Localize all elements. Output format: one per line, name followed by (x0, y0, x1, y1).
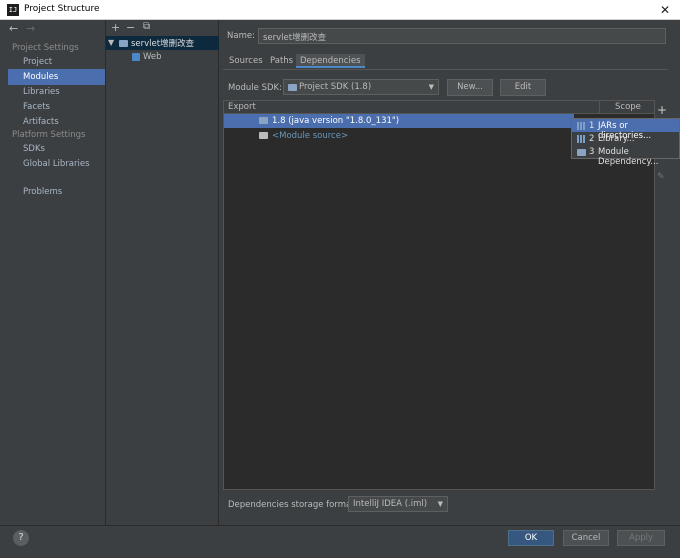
project-settings-header: Project Settings (12, 43, 79, 53)
ok-button[interactable]: OK (508, 530, 554, 546)
storage-format-value: IntelliJ IDEA (.iml) (353, 499, 428, 509)
new-sdk-button[interactable]: New... (447, 79, 493, 96)
sdk-select-value: Project SDK (1.8) (299, 82, 372, 92)
sidebar-item-sdks[interactable]: SDKs (23, 144, 45, 154)
add-dependency-icon[interactable]: + (657, 103, 667, 117)
module-sdk-label: Module SDK: (228, 83, 282, 93)
dependencies-table-header (224, 101, 654, 114)
module-name-input[interactable]: servlet增删改查 (258, 28, 666, 44)
back-arrow-icon[interactable]: ← (9, 22, 18, 35)
popup-item-module-dep-num[interactable]: 3 (589, 147, 594, 157)
module-sdk-select[interactable]: Project SDK (1.8) ▼ (283, 79, 439, 95)
tab-sources[interactable]: Sources (225, 54, 267, 68)
sidebar-item-facets[interactable]: Facets (23, 102, 50, 112)
storage-format-select[interactable]: IntelliJ IDEA (.iml) ▼ (348, 496, 448, 512)
platform-settings-header: Platform Settings (12, 130, 86, 140)
name-label: Name: (227, 31, 255, 41)
popup-item-library[interactable]: Library... (598, 134, 635, 144)
copy-module-icon[interactable]: ⧉ (143, 21, 150, 32)
tab-dependencies[interactable]: Dependencies (296, 54, 365, 68)
module-name-value: servlet增删改查 (263, 33, 327, 43)
jar-icon (577, 122, 585, 130)
expand-arrow-icon[interactable]: ▼ (108, 38, 114, 47)
column-divider (599, 101, 600, 114)
sdk-folder-icon (288, 84, 297, 91)
help-icon[interactable]: ? (13, 530, 29, 546)
add-module-icon[interactable]: + (111, 21, 120, 34)
edit-pencil-icon[interactable]: ✎ (657, 172, 665, 182)
edit-sdk-button[interactable]: Edit (500, 79, 546, 96)
tab-divider (223, 69, 668, 70)
close-icon[interactable]: ✕ (655, 2, 675, 18)
module-folder-icon (119, 40, 128, 47)
popup-item-library-num[interactable]: 2 (589, 134, 594, 144)
module-source-folder-icon (259, 132, 268, 139)
library-icon (577, 135, 585, 143)
sidebar-item-global-libraries[interactable]: Global Libraries (23, 159, 90, 169)
forward-arrow-icon[interactable]: → (26, 22, 35, 35)
sidebar-item-modules[interactable]: Modules (23, 72, 58, 82)
tree-item-module[interactable]: servlet增删改查 (131, 37, 194, 49)
storage-format-label: Dependencies storage format: (228, 500, 358, 510)
popup-item-jars-num[interactable]: 1 (589, 121, 594, 131)
remove-module-icon[interactable]: − (126, 21, 135, 34)
intellij-app-icon: IJ (7, 4, 19, 16)
module-tree-pane (106, 20, 219, 525)
sidebar-item-problems[interactable]: Problems (23, 187, 62, 197)
jdk-folder-icon (259, 117, 268, 124)
popup-item-module-dependency[interactable]: Module Dependency... (598, 147, 680, 167)
sidebar-item-artifacts[interactable]: Artifacts (23, 117, 59, 127)
apply-button[interactable]: Apply (617, 530, 665, 546)
cancel-button[interactable]: Cancel (563, 530, 609, 546)
table-row-jdk[interactable]: 1.8 (java version "1.8.0_131") (272, 116, 399, 126)
web-facet-icon (132, 53, 140, 61)
column-header-export[interactable]: Export (228, 102, 256, 112)
table-row-module-source[interactable]: <Module source> (272, 131, 348, 141)
chevron-down-icon: ▼ (428, 83, 434, 91)
title-bar: IJ Project Structure ✕ (0, 0, 680, 20)
tree-item-web[interactable]: Web (143, 52, 162, 62)
sidebar-item-project[interactable]: Project (23, 57, 52, 67)
window-title: Project Structure (24, 4, 100, 14)
column-header-scope[interactable]: Scope (615, 102, 641, 112)
sidebar-item-libraries[interactable]: Libraries (23, 87, 60, 97)
module-dependency-icon (577, 149, 586, 156)
tab-paths[interactable]: Paths (266, 54, 297, 68)
chevron-down-icon: ▼ (437, 500, 443, 508)
